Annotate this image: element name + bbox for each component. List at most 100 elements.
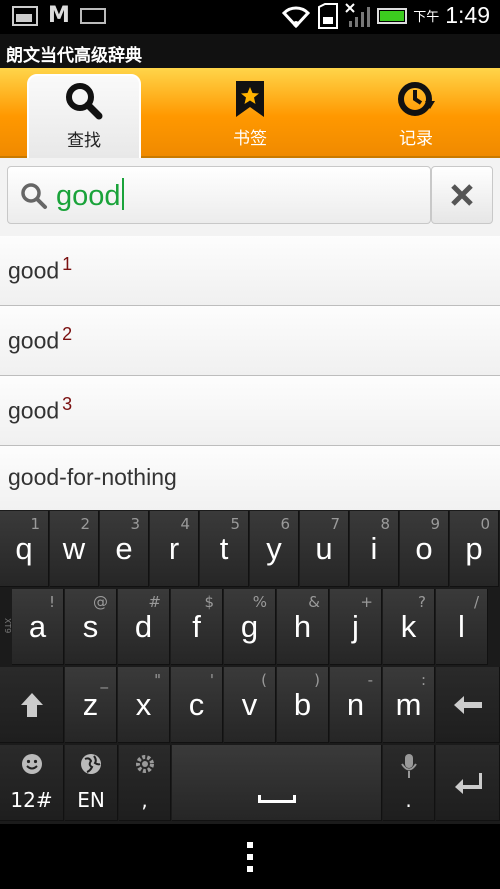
comma-key[interactable]: , bbox=[119, 745, 171, 821]
key-label: e bbox=[115, 531, 133, 566]
tab-history[interactable]: 记录 bbox=[359, 74, 473, 160]
period-key[interactable]: . bbox=[383, 745, 435, 821]
shift-icon bbox=[20, 692, 43, 717]
key-g[interactable]: % g bbox=[224, 589, 276, 665]
key-label: k bbox=[400, 609, 417, 644]
bookmark-icon bbox=[236, 81, 264, 117]
key-label: t bbox=[219, 531, 229, 566]
soft-keyboard: 1q2w3e4r5t6y7u8i9o0p XT9 ! a @ s # d $ f% g & h + j?… bbox=[0, 510, 500, 824]
battery-icon bbox=[377, 7, 408, 24]
key-d[interactable]: # d bbox=[118, 589, 170, 665]
search-field-icon bbox=[21, 183, 47, 209]
key-q[interactable]: 1q bbox=[0, 511, 49, 587]
key-label: v bbox=[241, 687, 258, 722]
key-v[interactable]: (v bbox=[224, 667, 276, 743]
key-f[interactable]: $ f bbox=[171, 589, 223, 665]
settings-icon bbox=[135, 755, 154, 773]
key-c[interactable]: ' c bbox=[171, 667, 223, 743]
text-cursor bbox=[121, 178, 124, 210]
key-z[interactable]: _ z bbox=[65, 667, 117, 743]
key-u[interactable]: 7u bbox=[300, 511, 349, 587]
tab-bookmarks-label: 书签 bbox=[233, 129, 267, 149]
key-label: s bbox=[82, 609, 99, 644]
key-j[interactable]: + j bbox=[330, 589, 382, 665]
menu-icon[interactable] bbox=[245, 841, 255, 873]
key-label: q bbox=[15, 531, 33, 566]
sd-card-icon bbox=[318, 2, 339, 29]
homograph-number: 3 bbox=[62, 394, 73, 414]
key-a[interactable]: ! a bbox=[12, 589, 64, 665]
navigation-bar bbox=[0, 824, 500, 889]
key-label: a bbox=[28, 609, 47, 644]
key-label: b bbox=[293, 687, 312, 722]
key-h[interactable]: & h bbox=[277, 589, 329, 665]
key-label: h bbox=[293, 609, 312, 644]
key-label: i bbox=[370, 531, 378, 566]
key-k[interactable]: ? k bbox=[383, 589, 435, 665]
space-key[interactable] bbox=[172, 745, 382, 821]
key-label: l bbox=[458, 609, 465, 644]
key-s[interactable]: @ s bbox=[65, 589, 117, 665]
key-label: u bbox=[315, 531, 333, 566]
tab-bar: 查找 书签 记录 bbox=[0, 68, 500, 160]
clear-button[interactable] bbox=[431, 166, 493, 224]
key-o[interactable]: 9o bbox=[400, 511, 449, 587]
key-w[interactable]: 2w bbox=[50, 511, 99, 587]
language-key[interactable]: EN bbox=[65, 745, 118, 821]
tab-search[interactable]: 查找 bbox=[27, 74, 141, 160]
search-icon bbox=[66, 83, 103, 120]
key-r[interactable]: 4r bbox=[150, 511, 199, 587]
key-l[interactable]: / l bbox=[436, 589, 488, 665]
key-label: j bbox=[352, 609, 359, 644]
key-t[interactable]: 5t bbox=[200, 511, 249, 587]
list-item[interactable]: good 3 bbox=[0, 376, 500, 446]
key-b[interactable]: ) b bbox=[277, 667, 329, 743]
keyboard-notification-icon bbox=[79, 8, 106, 24]
list-item[interactable]: good 1 bbox=[0, 236, 500, 306]
key-label: g bbox=[240, 609, 259, 644]
microphone-icon bbox=[400, 754, 417, 778]
key-label: r bbox=[168, 531, 180, 566]
gallery-notification-icon bbox=[12, 6, 38, 26]
key-m[interactable]: :m bbox=[383, 667, 435, 743]
shift-key[interactable] bbox=[0, 667, 64, 743]
homograph-number: 1 bbox=[62, 254, 73, 274]
backspace-icon bbox=[453, 695, 482, 714]
wifi-icon bbox=[282, 6, 311, 28]
period-label: . bbox=[405, 788, 412, 812]
clock-time: 1:49 bbox=[445, 2, 490, 28]
no-signal-icon bbox=[345, 2, 371, 27]
tab-bookmarks[interactable]: 书签 bbox=[193, 74, 307, 160]
search-bar: good bbox=[0, 158, 500, 236]
symbols-key[interactable]: 12# bbox=[0, 745, 64, 821]
globe-icon bbox=[81, 754, 101, 774]
smiley-icon bbox=[21, 754, 42, 774]
app-title: 朗文当代高级辞典 bbox=[0, 34, 500, 68]
key-p[interactable]: 0p bbox=[450, 511, 499, 587]
key-label: c bbox=[188, 687, 205, 722]
key-i[interactable]: 8i bbox=[350, 511, 399, 587]
gmail-notification-icon: M bbox=[48, 3, 70, 28]
result-word: good bbox=[8, 257, 60, 284]
key-label: o bbox=[415, 531, 433, 566]
key-n[interactable]: -n bbox=[330, 667, 382, 743]
enter-icon bbox=[454, 772, 482, 794]
result-word: good bbox=[8, 397, 60, 424]
key-e[interactable]: 3e bbox=[100, 511, 149, 587]
clock-ampm: 下午 bbox=[413, 10, 440, 25]
key-y[interactable]: 6y bbox=[250, 511, 299, 587]
result-word: good bbox=[8, 327, 60, 354]
search-input[interactable]: good bbox=[7, 166, 431, 224]
close-icon bbox=[451, 184, 473, 206]
symbols-label: 12# bbox=[10, 788, 53, 812]
list-item[interactable]: good-for-nothing bbox=[0, 446, 500, 516]
key-x[interactable]: " x bbox=[118, 667, 170, 743]
comma-label: , bbox=[141, 788, 148, 812]
tab-history-label: 记录 bbox=[399, 129, 433, 149]
key-label: x bbox=[135, 687, 152, 722]
language-label: EN bbox=[77, 788, 105, 812]
search-input-value: good bbox=[56, 180, 121, 212]
enter-key[interactable] bbox=[436, 745, 500, 821]
backspace-key[interactable] bbox=[436, 667, 500, 743]
list-item[interactable]: good 2 bbox=[0, 306, 500, 376]
